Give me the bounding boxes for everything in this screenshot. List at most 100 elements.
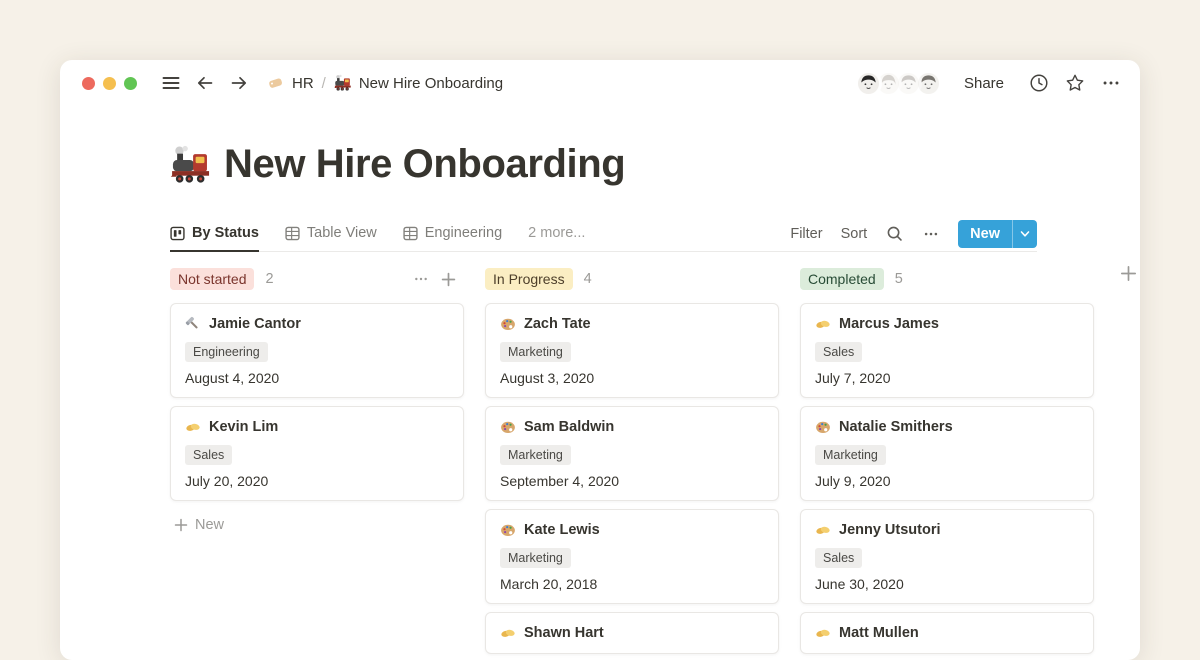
- card-count: 5: [895, 271, 903, 287]
- department-tag: Marketing: [815, 445, 886, 465]
- start-date: July 9, 2020: [815, 473, 1079, 489]
- palette-emoji-icon: [815, 419, 831, 435]
- start-date: July 7, 2020: [815, 370, 1079, 386]
- kanban-card[interactable]: Kevin Lim Sales July 20, 2020: [170, 406, 464, 501]
- start-date: September 4, 2020: [500, 473, 764, 489]
- table-view-icon: [403, 226, 418, 241]
- chevron-down-icon[interactable]: [1012, 220, 1037, 248]
- canvas: { "colors": { "accent_blue": "#36a2d9", …: [0, 0, 1200, 630]
- card-title: Marcus James: [839, 315, 939, 333]
- updates-clock-icon[interactable]: [1028, 72, 1050, 94]
- card-title: Jenny Utsutori: [839, 521, 941, 539]
- breadcrumb-separator: /: [321, 75, 327, 92]
- add-card-label: New: [195, 517, 224, 533]
- card-title: Kate Lewis: [524, 521, 600, 539]
- kanban-card[interactable]: Jamie Cantor Engineering August 4, 2020: [170, 303, 464, 398]
- sort-button[interactable]: Sort: [841, 226, 868, 242]
- new-button-label: New: [958, 220, 1012, 248]
- column-not-started: Not started 2 Jamie Cantor: [170, 268, 464, 660]
- top-bar: HR / New Hire Onboarding Share: [60, 60, 1140, 106]
- palette-emoji-icon: [500, 316, 516, 332]
- handshake-emoji-icon: [815, 625, 831, 641]
- minimize-window-button[interactable]: [103, 77, 116, 90]
- card-title: Sam Baldwin: [524, 418, 614, 436]
- handshake-emoji-icon: [815, 316, 831, 332]
- card-title: Zach Tate: [524, 315, 591, 333]
- handshake-emoji-icon: [185, 419, 201, 435]
- column-in-progress: In Progress 4 Zach Tate Marketing August…: [485, 268, 779, 660]
- view-toolbar: Filter Sort New: [790, 216, 1037, 251]
- favorite-star-icon[interactable]: [1064, 72, 1086, 94]
- zoom-window-button[interactable]: [124, 77, 137, 90]
- tab-label: By Status: [192, 225, 259, 241]
- status-pill[interactable]: Completed: [800, 268, 884, 290]
- start-date: June 30, 2020: [815, 576, 1079, 592]
- kanban-card[interactable]: Sam Baldwin Marketing September 4, 2020: [485, 406, 779, 501]
- view-more-options-icon[interactable]: [922, 225, 940, 243]
- kanban-card[interactable]: Zach Tate Marketing August 3, 2020: [485, 303, 779, 398]
- filter-button[interactable]: Filter: [790, 226, 822, 242]
- app-window: HR / New Hire Onboarding Share: [60, 60, 1140, 660]
- new-button[interactable]: New: [958, 220, 1037, 248]
- close-window-button[interactable]: [82, 77, 95, 90]
- train-emoji-icon: [334, 74, 352, 92]
- kanban-card[interactable]: Matt Mullen: [800, 612, 1094, 654]
- search-icon[interactable]: [885, 224, 904, 243]
- tab-label: Table View: [307, 225, 377, 241]
- tab-label: Engineering: [425, 225, 502, 241]
- column-more-icon[interactable]: [413, 271, 429, 287]
- tabs-more-button[interactable]: 2 more...: [528, 216, 585, 252]
- kanban-card[interactable]: Jenny Utsutori Sales June 30, 2020: [800, 509, 1094, 604]
- forward-arrow-icon[interactable]: [229, 73, 249, 93]
- status-pill[interactable]: In Progress: [485, 268, 573, 290]
- status-pill[interactable]: Not started: [170, 268, 254, 290]
- card-title: Shawn Hart: [524, 624, 604, 642]
- page-title-row: New Hire Onboarding: [170, 142, 625, 187]
- palette-emoji-icon: [500, 419, 516, 435]
- kanban-card[interactable]: Shawn Hart: [485, 612, 779, 654]
- tab-label: 2 more...: [528, 225, 585, 241]
- handshake-emoji-icon: [500, 625, 516, 641]
- kanban-board: Not started 2 Jamie Cantor: [170, 268, 1094, 660]
- kanban-card[interactable]: Kate Lewis Marketing March 20, 2018: [485, 509, 779, 604]
- add-group-button[interactable]: [1120, 265, 1137, 282]
- table-view-icon: [285, 226, 300, 241]
- tab-by-status[interactable]: By Status: [170, 216, 259, 252]
- share-button[interactable]: Share: [964, 75, 1004, 92]
- department-tag: Marketing: [500, 445, 571, 465]
- board-view-icon: [170, 226, 185, 241]
- card-count: 4: [584, 271, 592, 287]
- department-tag: Engineering: [185, 342, 268, 362]
- more-options-icon[interactable]: [1100, 72, 1122, 94]
- kanban-card[interactable]: Natalie Smithers Marketing July 9, 2020: [800, 406, 1094, 501]
- column-add-icon[interactable]: [441, 272, 456, 287]
- card-title: Jamie Cantor: [209, 315, 301, 333]
- plus-icon: [174, 518, 188, 532]
- department-tag: Sales: [185, 445, 232, 465]
- start-date: July 20, 2020: [185, 473, 449, 489]
- view-tabs-row: By Status Table View Engineering 2 more.…: [170, 216, 1037, 252]
- card-count: 2: [265, 271, 273, 287]
- card-title: Natalie Smithers: [839, 418, 953, 436]
- sidebar-menu-icon[interactable]: [161, 73, 181, 93]
- add-card-button[interactable]: New: [170, 517, 464, 533]
- collaborator-avatars[interactable]: [855, 70, 942, 97]
- kanban-card[interactable]: Marcus James Sales July 7, 2020: [800, 303, 1094, 398]
- tab-table-view[interactable]: Table View: [285, 216, 377, 252]
- column-header: In Progress 4: [485, 268, 779, 290]
- hammer-emoji-icon: [185, 316, 201, 332]
- avatar: [855, 70, 882, 97]
- handshake-emoji-icon: [815, 522, 831, 538]
- tab-engineering[interactable]: Engineering: [403, 216, 502, 252]
- back-arrow-icon[interactable]: [195, 73, 215, 93]
- department-tag: Marketing: [500, 548, 571, 568]
- department-tag: Sales: [815, 342, 862, 362]
- palette-emoji-icon: [500, 522, 516, 538]
- start-date: August 4, 2020: [185, 370, 449, 386]
- column-header: Completed 5: [800, 268, 1094, 290]
- breadcrumb-page[interactable]: New Hire Onboarding: [359, 75, 503, 92]
- start-date: August 3, 2020: [500, 370, 764, 386]
- department-tag: Sales: [815, 548, 862, 568]
- column-header: Not started 2: [170, 268, 464, 290]
- breadcrumb-workspace[interactable]: HR: [292, 75, 314, 92]
